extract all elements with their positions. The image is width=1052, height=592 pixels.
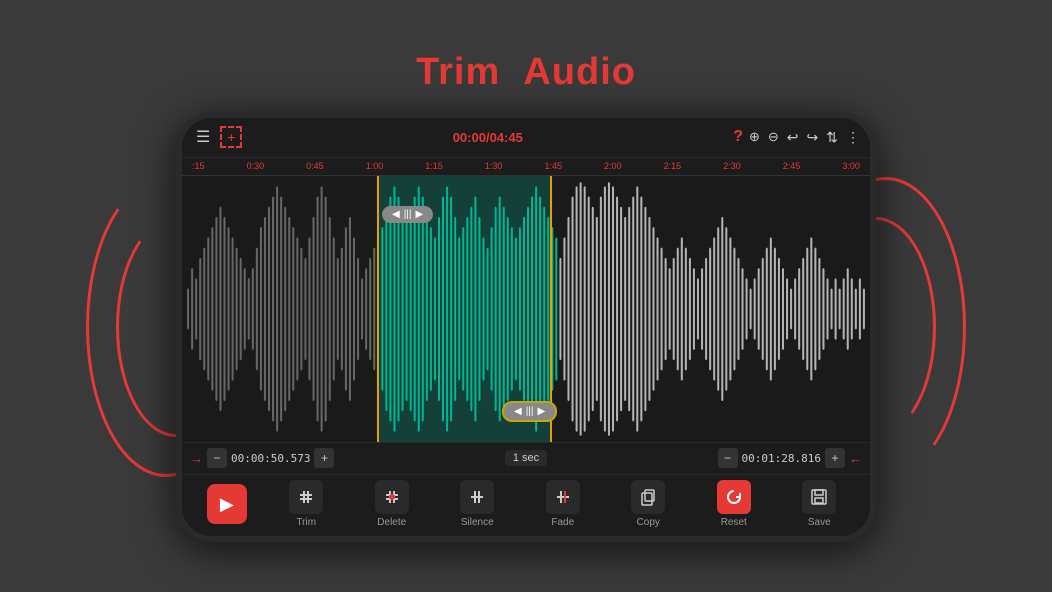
copy-label: Copy <box>637 517 660 528</box>
silence-tool[interactable]: Silence <box>451 480 503 528</box>
ruler-label: 1:30 <box>485 161 503 171</box>
ruler-label: 1:00 <box>366 161 384 171</box>
go-to-end-icon[interactable]: ← <box>849 451 862 466</box>
save-icon <box>802 480 836 514</box>
help-icon[interactable]: ? <box>733 128 743 146</box>
bottom-toolbar: ▶ Trim <box>182 474 870 536</box>
phone-body: ☰ + 00:00/04:45 ? ⊕ ⊖ ↩ ↪ ⇅ ⋮ :15 <box>176 112 876 542</box>
zoom-out-icon[interactable]: ⊖ <box>768 129 779 145</box>
handle-bottom-right-arrow: ▶ <box>538 406 546 417</box>
top-bar: ☰ + 00:00/04:45 ? ⊕ ⊖ ↩ ↪ ⇅ ⋮ <box>182 118 870 158</box>
silence-label: Silence <box>461 517 494 528</box>
save-label: Save <box>808 517 831 528</box>
silence-icon <box>460 480 494 514</box>
trim-tool[interactable]: Trim <box>280 480 332 528</box>
ruler-label: 2:30 <box>723 161 741 171</box>
reset-label: Reset <box>721 517 747 528</box>
fade-icon <box>546 480 580 514</box>
add-button[interactable]: + <box>220 126 242 148</box>
copy-tool[interactable]: Copy <box>622 480 674 528</box>
ruler-labels: :15 0:30 0:45 1:00 1:15 1:30 1:45 2:00 2… <box>192 161 860 171</box>
decrease-end-btn[interactable]: − <box>718 448 738 468</box>
ruler-label: 1:45 <box>544 161 562 171</box>
fade-tool[interactable]: Fade <box>537 480 589 528</box>
handle-bottom-left-arrow: ◀ <box>514 406 522 417</box>
current-time: 00:00 <box>453 130 486 145</box>
top-bar-controls: ⊕ ⊖ ↩ ↪ ⇅ ⋮ <box>749 129 860 146</box>
reset-icon <box>717 480 751 514</box>
ruler-label: 2:15 <box>664 161 682 171</box>
timeline-ruler: :15 0:30 0:45 1:00 1:15 1:30 1:45 2:00 2… <box>182 158 870 176</box>
delete-icon <box>375 480 409 514</box>
trim-label: Trim <box>296 517 316 528</box>
undo-icon[interactable]: ↩ <box>787 129 799 146</box>
more-icon[interactable]: ⋮ <box>846 129 860 146</box>
save-tool[interactable]: Save <box>793 480 845 528</box>
time-controls: → − 00:00:50.573 + 1 sec − 00:01:28.816 … <box>182 442 870 474</box>
waveform-area[interactable]: ◀ ||| ▶ ◀ ||| ▶ <box>182 176 870 442</box>
ruler-label: 1:15 <box>425 161 443 171</box>
go-to-start-icon[interactable]: → <box>190 451 203 466</box>
ruler-label: 0:30 <box>247 161 265 171</box>
play-icon: ▶ <box>220 494 234 515</box>
trim-icon <box>289 480 323 514</box>
delete-tool[interactable]: Delete <box>366 480 418 528</box>
total-time: 04:45 <box>490 130 523 145</box>
reset-tool[interactable]: Reset <box>708 480 760 528</box>
app-screen: ☰ + 00:00/04:45 ? ⊕ ⊖ ↩ ↪ ⇅ ⋮ :15 <box>182 118 870 536</box>
swap-icon[interactable]: ⇅ <box>826 129 838 146</box>
end-time-display: 00:01:28.816 <box>742 452 821 465</box>
selection-handle-top[interactable]: ◀ ||| ▶ <box>382 206 433 223</box>
step-display: 1 sec <box>505 450 547 466</box>
playhead <box>378 176 379 442</box>
time-display: 00:00/04:45 <box>248 130 727 145</box>
time-left-section: → − 00:00:50.573 + <box>190 448 334 468</box>
time-right-section: − 00:01:28.816 + ← <box>718 448 862 468</box>
ruler-label: 3:00 <box>842 161 860 171</box>
selection-handle-bottom[interactable]: ◀ ||| ▶ <box>502 401 557 422</box>
page-title: Trim Audio <box>416 51 636 94</box>
fade-label: Fade <box>551 517 574 528</box>
decrease-start-btn[interactable]: − <box>207 448 227 468</box>
handle-top-lines: ||| <box>404 209 412 220</box>
side-button <box>176 278 179 318</box>
title-red: Audio <box>523 51 636 93</box>
redo-icon[interactable]: ↪ <box>807 129 819 146</box>
title-white: Trim <box>416 51 500 93</box>
increase-end-btn[interactable]: + <box>825 448 845 468</box>
handle-top-right-arrow: ▶ <box>416 209 424 220</box>
zoom-in-icon[interactable]: ⊕ <box>749 129 760 145</box>
start-time-display: 00:00:50.573 <box>231 452 310 465</box>
menu-icon[interactable]: ☰ <box>192 125 214 149</box>
handle-bottom-lines: ||| <box>526 406 534 417</box>
play-button[interactable]: ▶ <box>207 484 247 524</box>
delete-label: Delete <box>377 517 406 528</box>
handle-top-left-arrow: ◀ <box>392 209 400 220</box>
ruler-label: 2:00 <box>604 161 622 171</box>
phone-wrapper: ☰ + 00:00/04:45 ? ⊕ ⊖ ↩ ↪ ⇅ ⋮ :15 <box>176 112 876 542</box>
copy-icon <box>631 480 665 514</box>
ruler-label: 2:45 <box>783 161 801 171</box>
ruler-label: 0:45 <box>306 161 324 171</box>
ruler-label: :15 <box>192 161 205 171</box>
increase-start-btn[interactable]: + <box>314 448 334 468</box>
